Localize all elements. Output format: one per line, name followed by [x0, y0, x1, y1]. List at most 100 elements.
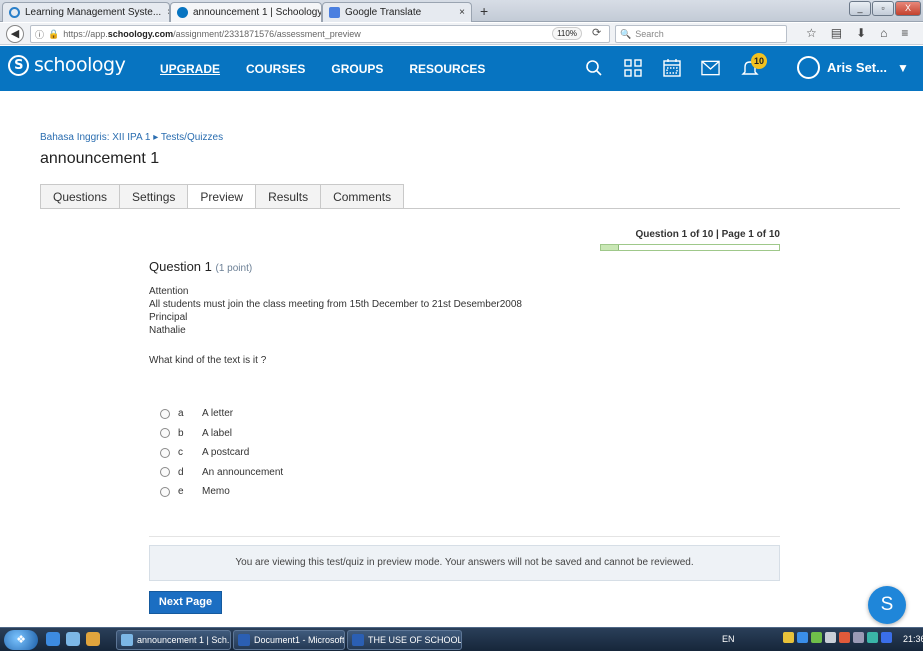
- schoology-logo[interactable]: S schoology: [8, 54, 126, 76]
- tab-label: announcement 1 | Schoology: [193, 7, 322, 18]
- url-prefix: https://app.: [63, 29, 108, 39]
- radio-button[interactable]: [160, 447, 170, 458]
- assessment-tabs: Questions Settings Preview Results Comme…: [40, 184, 405, 209]
- browser-toolbar-icons: ☆ ▤ ⬇ ⌂ ≡: [806, 26, 908, 40]
- calendar-icon[interactable]: [662, 58, 681, 77]
- tray-icon[interactable]: [839, 632, 850, 643]
- lock-icon: 🔒: [48, 28, 60, 39]
- new-tab-button[interactable]: +: [480, 3, 488, 19]
- choice-text: Memo: [202, 486, 230, 498]
- next-page-button[interactable]: Next Page: [149, 591, 222, 614]
- search-icon[interactable]: [584, 58, 603, 77]
- answer-choice[interactable]: a A letter: [160, 404, 283, 424]
- nav-groups[interactable]: GROUPS: [331, 62, 383, 76]
- minimize-button[interactable]: _: [849, 1, 871, 16]
- taskbar-window-label: THE USE OF SCHOOL...: [368, 635, 462, 645]
- radio-button[interactable]: [160, 467, 170, 478]
- close-tab-icon[interactable]: ×: [161, 7, 169, 18]
- bookmark-star-icon[interactable]: ☆: [806, 26, 817, 40]
- browser-search-input[interactable]: 🔍 Search: [615, 25, 787, 43]
- close-window-button[interactable]: X: [895, 1, 921, 16]
- tray-icon[interactable]: [881, 632, 892, 643]
- answer-choice[interactable]: b A label: [160, 424, 283, 444]
- schoology-header: S schoology UPGRADE COURSES GROUPS RESOU…: [0, 46, 923, 91]
- nav-resources[interactable]: RESOURCES: [409, 62, 485, 76]
- tab-preview[interactable]: Preview: [187, 184, 256, 209]
- reading-list-icon[interactable]: ▤: [831, 26, 842, 40]
- url-domain: schoology.com: [107, 29, 174, 39]
- choice-letter: e: [178, 486, 184, 498]
- clock: 21:36: [903, 634, 923, 644]
- tab-label: Google Translate: [345, 7, 422, 18]
- question-body-line: Attention: [149, 286, 189, 297]
- system-tray-icons: [783, 632, 892, 643]
- choice-letter: c: [178, 447, 183, 459]
- answer-choice[interactable]: e Memo: [160, 482, 283, 502]
- schoology-favicon-icon: [177, 7, 188, 18]
- help-button[interactable]: S: [868, 586, 906, 624]
- nav-courses[interactable]: COURSES: [246, 62, 305, 76]
- taskbar-window-document[interactable]: Document1 - Microsoft...: [233, 630, 345, 650]
- maximize-button[interactable]: ▫: [872, 1, 894, 16]
- url-bar[interactable]: ⓘ 🔒 https://app. schoology.com/assignment…: [30, 25, 610, 43]
- tab-label: Learning Management Syste...: [25, 7, 162, 18]
- download-icon[interactable]: ⬇: [856, 26, 866, 40]
- browser-tab-schoology[interactable]: announcement 1 | Schoology ×: [170, 2, 322, 22]
- choice-letter: b: [178, 427, 184, 439]
- tray-icon[interactable]: [867, 632, 878, 643]
- choice-text: A postcard: [202, 447, 250, 459]
- tab-results[interactable]: Results: [255, 184, 321, 209]
- mail-icon[interactable]: [701, 58, 720, 77]
- question-label: Question 1: [149, 259, 212, 274]
- bell-icon[interactable]: 10: [740, 53, 767, 77]
- choice-letter: d: [178, 466, 184, 478]
- tab-comments[interactable]: Comments: [320, 184, 405, 209]
- close-tab-icon[interactable]: ×: [453, 7, 465, 18]
- ie-icon[interactable]: [46, 632, 60, 646]
- tray-icon[interactable]: [853, 632, 864, 643]
- info-icon[interactable]: ⓘ: [35, 28, 44, 41]
- logo-text: schoology: [34, 54, 126, 76]
- tray-icon[interactable]: [783, 632, 794, 643]
- browser-tab-translate[interactable]: Google Translate ×: [322, 2, 472, 22]
- schoology-logo-icon: S: [8, 54, 29, 76]
- start-button[interactable]: ❖: [4, 630, 38, 650]
- tab-divider: [40, 208, 900, 209]
- question-body-line: Nathalie: [149, 325, 186, 336]
- radio-button[interactable]: [160, 486, 170, 497]
- back-button[interactable]: ◀: [6, 25, 24, 43]
- radio-button[interactable]: [160, 408, 170, 419]
- menu-icon[interactable]: ≡: [901, 26, 908, 40]
- question-body: Attention All students must join the cla…: [149, 285, 522, 337]
- taskbar-window-school[interactable]: THE USE OF SCHOOL...: [347, 630, 462, 650]
- answer-choice[interactable]: c A postcard: [160, 443, 283, 463]
- quiz-progress-fill: [601, 245, 619, 250]
- page-title: announcement 1: [40, 150, 160, 167]
- language-indicator[interactable]: EN: [722, 634, 735, 644]
- browser-quicklaunch-icon[interactable]: [66, 632, 80, 646]
- browser-tab-lms[interactable]: Learning Management Syste... ×: [2, 2, 170, 22]
- choice-text: A label: [202, 427, 233, 439]
- user-menu[interactable]: Aris Set... ▼: [797, 56, 909, 79]
- radio-button[interactable]: [160, 428, 170, 439]
- apps-grid-icon[interactable]: [623, 58, 642, 77]
- tab-questions[interactable]: Questions: [40, 184, 120, 209]
- tab-settings[interactable]: Settings: [119, 184, 188, 209]
- taskbar-window-schoology[interactable]: announcement 1 | Sch...: [116, 630, 231, 650]
- folder-icon[interactable]: [86, 632, 100, 646]
- reload-icon[interactable]: ⟳: [592, 26, 601, 39]
- tray-icon[interactable]: [797, 632, 808, 643]
- avatar: [797, 56, 820, 79]
- translate-favicon-icon: [329, 7, 340, 18]
- answer-choice[interactable]: d An announcement: [160, 463, 283, 483]
- zoom-indicator[interactable]: 110%: [552, 27, 582, 40]
- nav-upgrade[interactable]: UPGRADE: [160, 62, 220, 76]
- window-controls: _ ▫ X: [849, 1, 921, 16]
- breadcrumb[interactable]: Bahasa Inggris: XII IPA 1 ▸ Tests/Quizze…: [40, 132, 223, 143]
- question-body-line: All students must join the class meeting…: [149, 299, 522, 310]
- quiz-progress-bar: [600, 244, 780, 251]
- tray-icon[interactable]: [825, 632, 836, 643]
- tray-icon[interactable]: [811, 632, 822, 643]
- home-icon[interactable]: ⌂: [880, 26, 887, 40]
- url-path: /assignment/2331871576/assessment_previe…: [173, 29, 361, 39]
